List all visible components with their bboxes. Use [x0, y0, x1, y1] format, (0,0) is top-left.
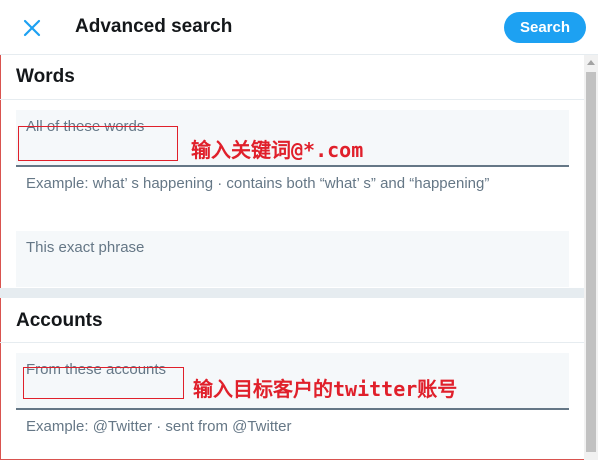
section-title-accounts: Accounts	[16, 310, 103, 331]
scrollbar-thumb[interactable]	[586, 72, 596, 452]
close-icon	[23, 19, 41, 37]
section-separator	[0, 288, 584, 298]
close-button[interactable]	[18, 14, 46, 42]
section-divider	[0, 99, 584, 100]
exact-phrase-label: This exact phrase	[26, 239, 145, 256]
search-button[interactable]: Search	[504, 12, 586, 43]
account-annotation: 输入目标客户的twitter账号	[193, 377, 458, 401]
section-divider	[0, 342, 584, 343]
from-accounts-hint: Example: @Twitter · sent from @Twitter	[26, 418, 292, 435]
keyword-highlight-box	[18, 126, 178, 161]
page-title: Advanced search	[75, 16, 233, 37]
section-title-words: Words	[16, 66, 75, 87]
header: Advanced search Search	[0, 0, 598, 55]
all-words-hint: Example: what’ s happening · contains bo…	[26, 175, 490, 192]
exact-phrase-field[interactable]: This exact phrase	[16, 231, 569, 287]
scroll-up-arrow-icon[interactable]	[587, 60, 595, 65]
account-highlight-box	[23, 367, 184, 399]
keyword-annotation: 输入关键词@*.com	[191, 138, 364, 162]
